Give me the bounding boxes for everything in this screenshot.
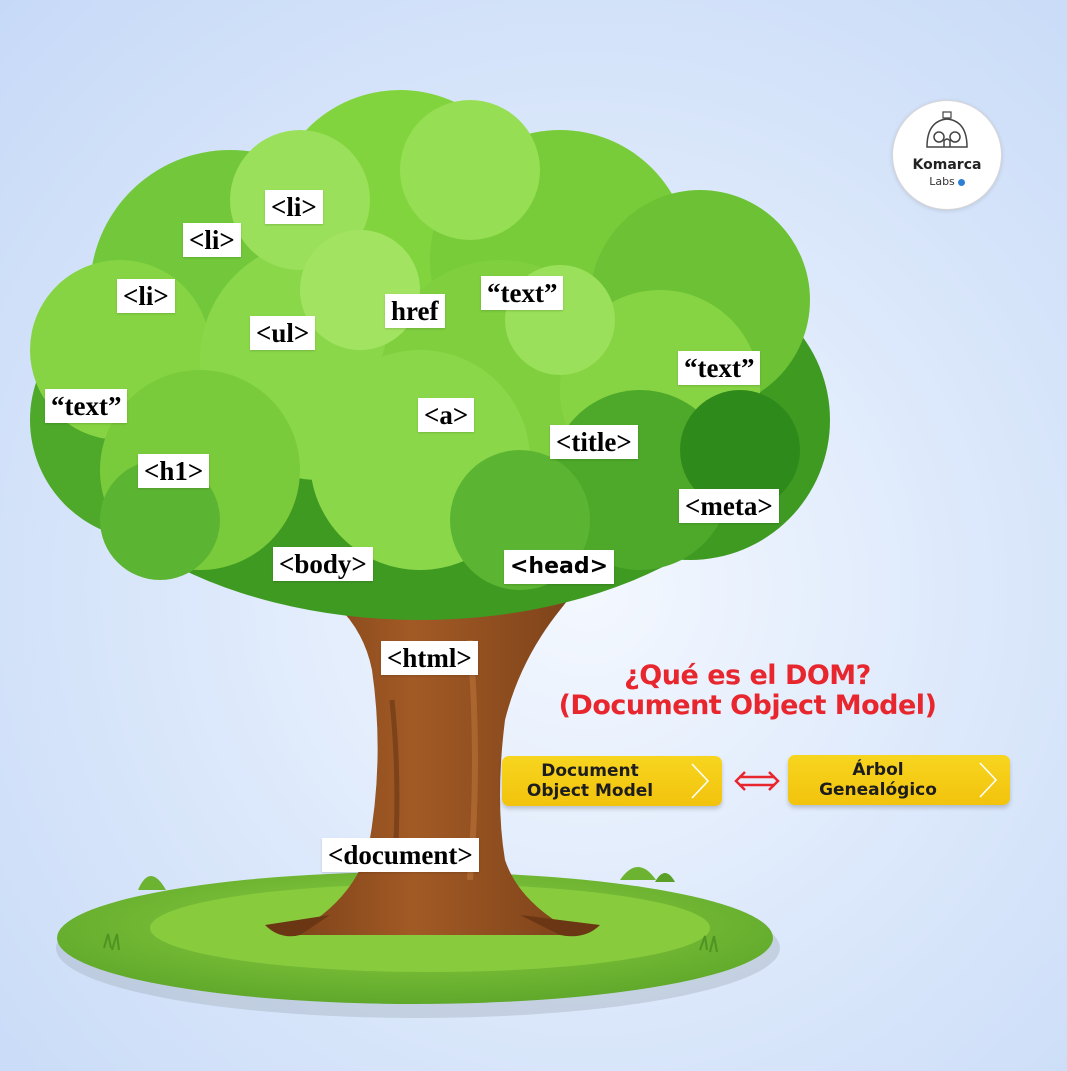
tag-body: <body> xyxy=(273,547,373,581)
pill-right-line2: Genealógico xyxy=(819,780,937,800)
title-subtitle: (Document Object Model) xyxy=(558,690,937,721)
tag-document: <document> xyxy=(322,838,479,872)
igloo-icon xyxy=(926,111,968,148)
pill-arbol-genealogico: Árbol Genealógico xyxy=(788,755,1010,805)
tag-href: href xyxy=(385,294,445,328)
tag-html: <html> xyxy=(381,641,478,675)
logo-sub: Labs xyxy=(893,175,1001,188)
tag-meta: <meta> xyxy=(679,489,779,523)
chevron-right-icon xyxy=(691,763,710,799)
tag-li-left: <li> xyxy=(117,279,175,313)
tag-head: <head> xyxy=(504,550,615,584)
tag-a: <a> xyxy=(418,398,475,432)
logo-name: Komarca xyxy=(912,157,982,173)
tag-ul: <ul> xyxy=(250,316,316,350)
pill-right-line1: Árbol xyxy=(852,760,904,780)
tag-li-mid: <li> xyxy=(183,223,241,257)
title-question: ¿Qué es el DOM? xyxy=(624,660,871,691)
pill-left-line2: Object Model xyxy=(526,781,654,801)
tag-text-left: “text” xyxy=(45,389,128,423)
tag-h1: <h1> xyxy=(138,454,210,488)
tag-li-top: <li> xyxy=(265,190,323,224)
pill-document-object-model: Document Object Model xyxy=(502,756,722,806)
pill-left-text: Document Object Model xyxy=(510,761,670,801)
chevron-right-icon xyxy=(979,762,998,798)
tag-title: <title> xyxy=(550,425,638,459)
tag-text-right: “text” xyxy=(678,351,761,385)
pill-left-line1: Document xyxy=(541,761,639,781)
dom-tree-infographic: <li> <li> <li> <ul> href “text” “text” “… xyxy=(0,0,1067,1071)
logo-dot-icon xyxy=(957,178,965,186)
tag-text-top: “text” xyxy=(481,276,564,310)
pill-right-text: Árbol Genealógico xyxy=(798,760,958,800)
double-arrow-icon xyxy=(734,771,780,791)
komarca-labs-logo: Komarca Labs xyxy=(892,100,1002,210)
